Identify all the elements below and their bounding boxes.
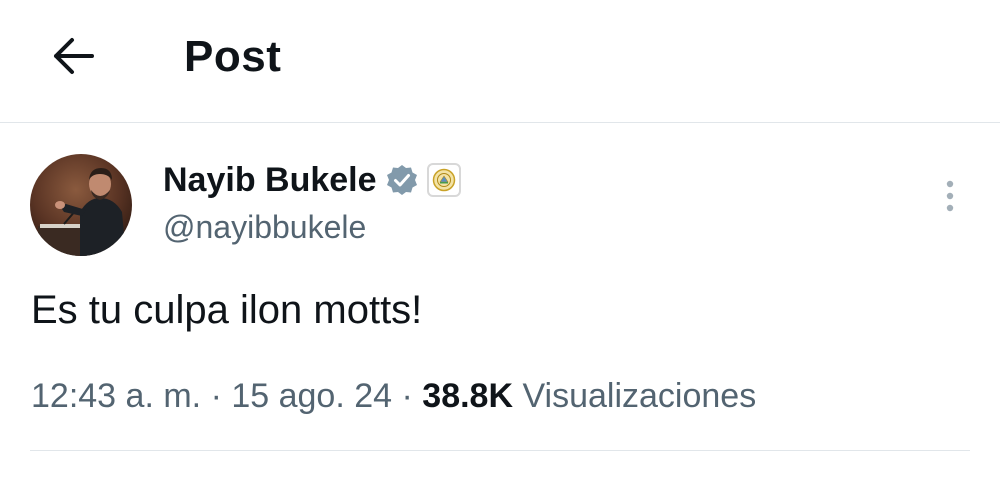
- more-vertical-icon: [946, 180, 954, 212]
- back-button[interactable]: [40, 28, 104, 84]
- arrow-left-icon: [54, 38, 94, 74]
- page-title: Post: [184, 32, 282, 81]
- government-seal-icon[interactable]: [426, 163, 461, 197]
- post-time[interactable]: 12:43 a. m.: [31, 377, 201, 415]
- meta-separator: ·: [210, 377, 222, 415]
- views-count[interactable]: 38.8K: [422, 377, 513, 415]
- post-text: Es tu culpa ilon motts!: [31, 288, 423, 332]
- author-name-row: Nayib Bukele: [163, 160, 461, 200]
- post-meta: 12:43 a. m. · 15 ago. 24 · 38.8K Visuali…: [31, 375, 756, 417]
- views-label[interactable]: Visualizaciones: [522, 377, 756, 415]
- avatar[interactable]: [30, 154, 132, 256]
- post-page: Post Nayib Bukele @nayibbukele Es tu cul…: [0, 0, 1000, 490]
- meta-separator: ·: [401, 377, 413, 415]
- author-display-name[interactable]: Nayib Bukele: [163, 160, 377, 200]
- verified-check-icon[interactable]: [385, 163, 419, 197]
- author-handle[interactable]: @nayibbukele: [163, 205, 366, 249]
- more-options-button[interactable]: [930, 174, 970, 218]
- divider: [30, 450, 970, 451]
- post-date[interactable]: 15 ago. 24: [231, 377, 392, 415]
- top-bar: Post: [0, 0, 1000, 123]
